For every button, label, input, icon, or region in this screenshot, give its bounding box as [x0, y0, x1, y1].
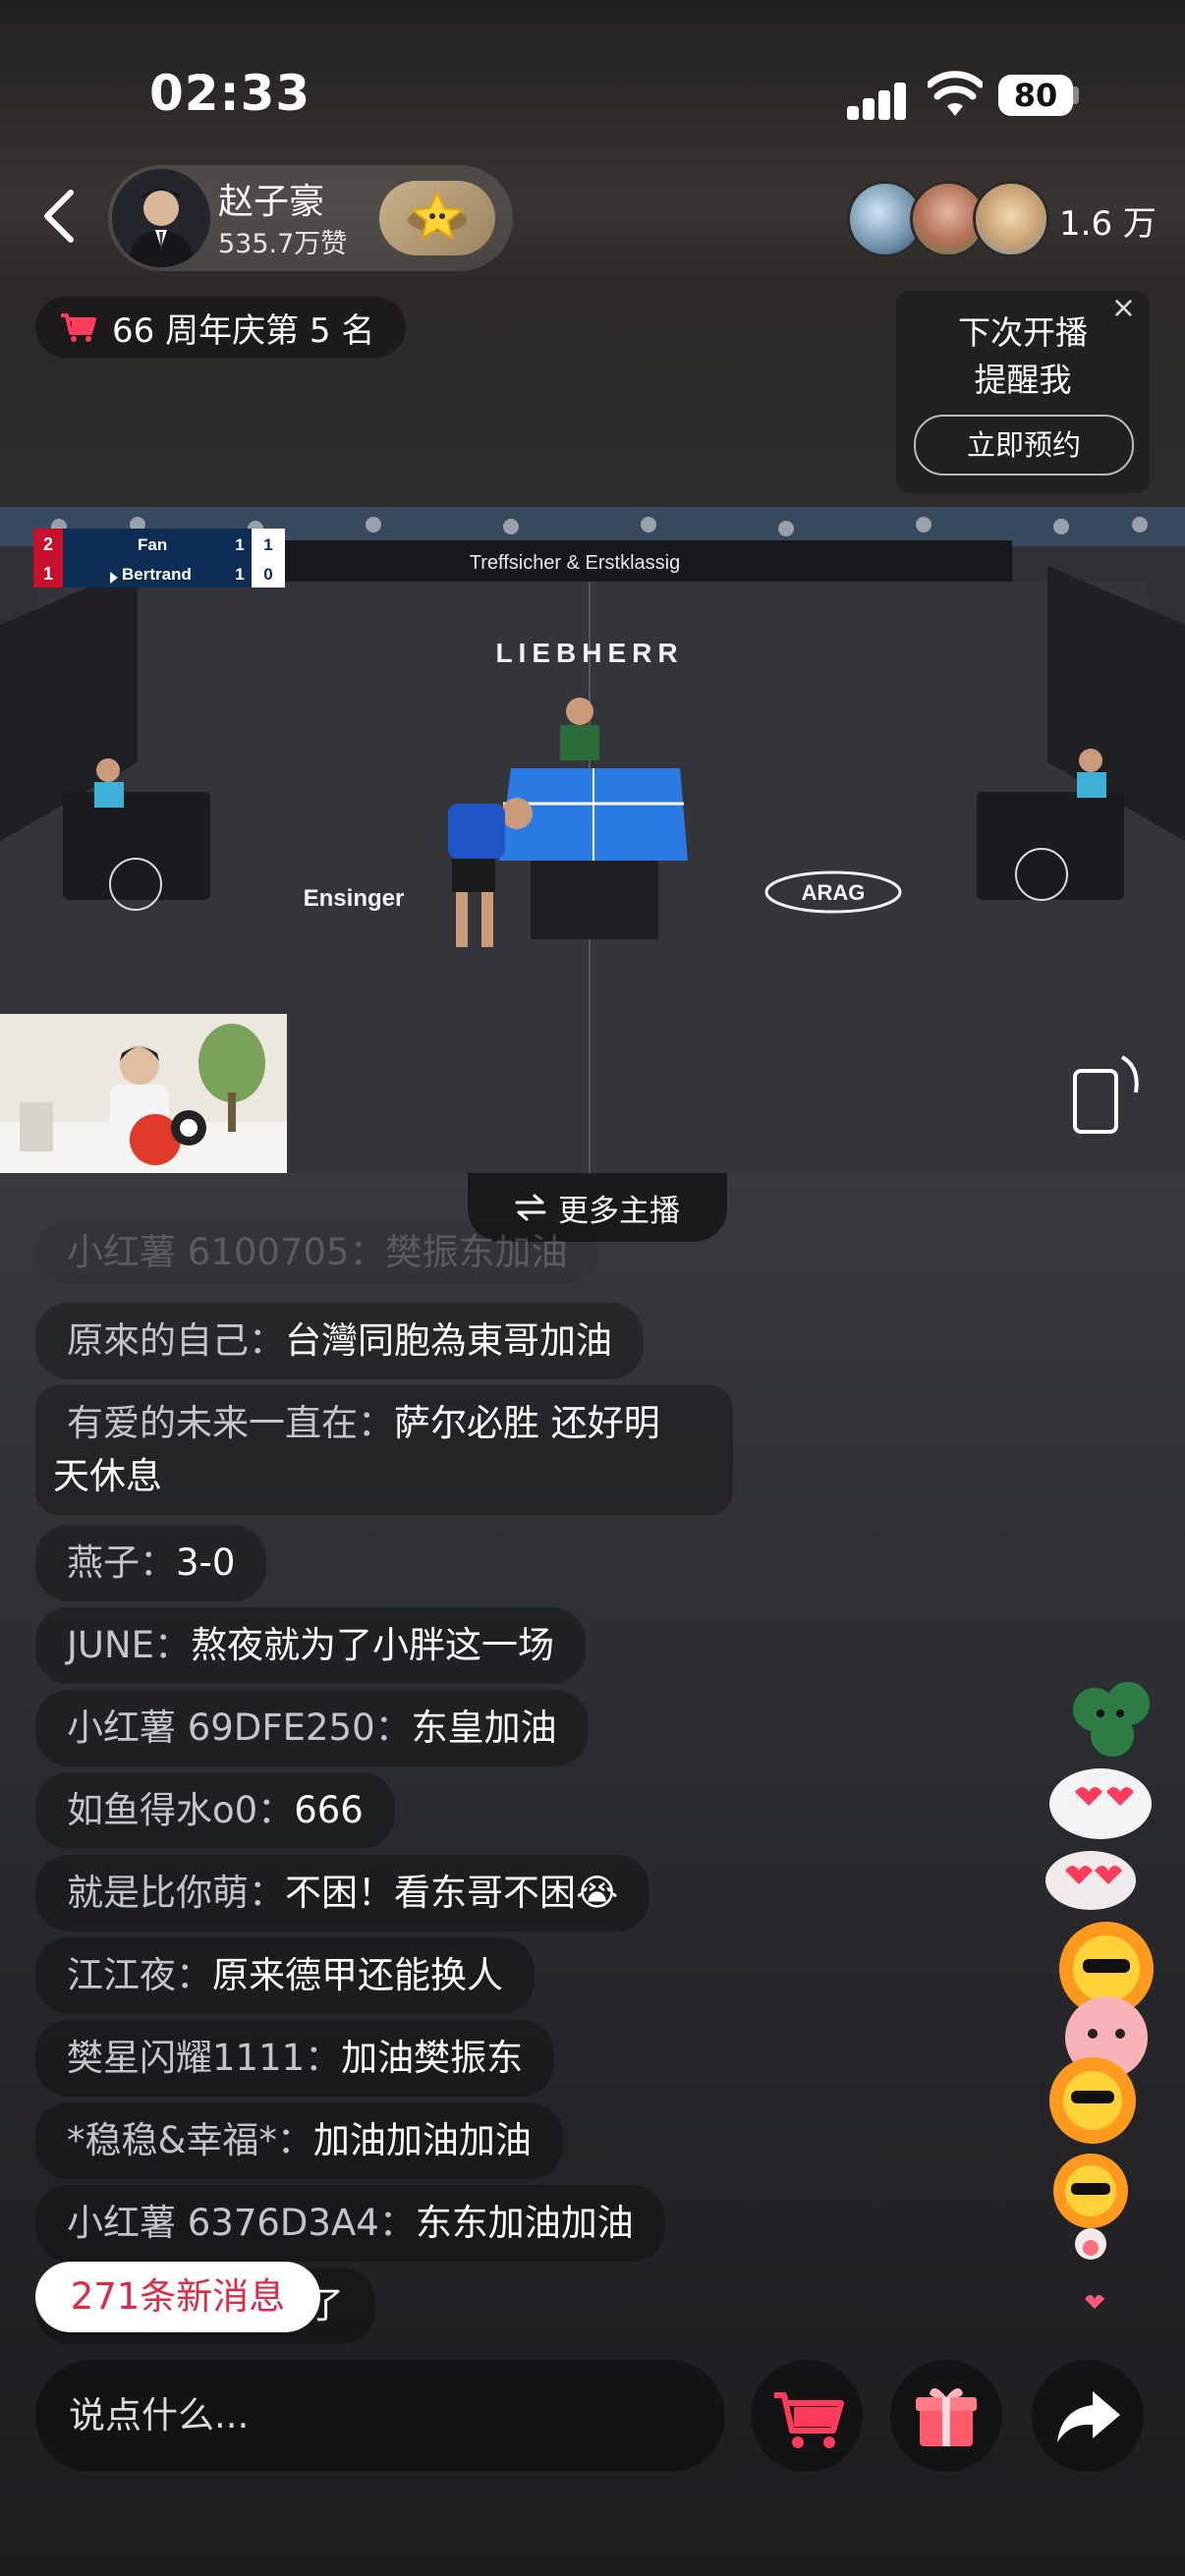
battery-icon	[1073, 86, 1079, 104]
chat-message[interactable]: 有爱的未来一直在：萨尔必胜 还好明 天休息	[35, 1385, 733, 1515]
status-time: 02:33	[149, 65, 311, 122]
chat-text: 东东加油加油	[415, 2202, 634, 2244]
shopping-basket-icon	[61, 313, 96, 342]
gift-button[interactable]	[890, 2360, 1002, 2472]
host-likes: 535.7万赞	[218, 229, 348, 259]
chat-message[interactable]: JUNE：熬夜就为了小胖这一场	[35, 1607, 587, 1684]
scoreboard: 2 1 Fan Bertrand 1 1 1 0	[33, 529, 285, 588]
score-games-p1: 1	[235, 535, 244, 554]
share-arrow-icon	[1057, 2391, 1120, 2442]
chat-text: 熬夜就为了小胖这一场	[191, 1624, 555, 1666]
chat-text: 加油樊振东	[341, 2037, 524, 2079]
floor-logo: LIEBHERR	[495, 638, 683, 668]
score-games-p2: 1	[235, 565, 244, 584]
chat-message[interactable]: 原來的自己：台灣同胞為東哥加油	[35, 1303, 644, 1379]
shop-cart-button[interactable]	[751, 2360, 863, 2472]
rank-badge[interactable]: 66 周年庆第 5 名	[35, 297, 407, 358]
chat-message[interactable]: 小红薯 6376D3A4：东东加油加油	[35, 2185, 665, 2262]
wifi-icon	[928, 71, 983, 116]
chat-message[interactable]: 小红薯 69DFE250：东皇加油	[35, 1690, 589, 1766]
new-messages-button[interactable]: 271条新消息	[35, 2262, 320, 2332]
rank-label: 66 周年庆第 5 名	[112, 310, 375, 351]
next-live-reminder-card: × 下次开播 提醒我 立即预约	[896, 291, 1150, 493]
chat-text: 萨尔必胜 还好明	[394, 1402, 660, 1444]
like-animation	[1045, 1682, 1154, 2309]
chat-username[interactable]: 就是比你萌：	[67, 1872, 285, 1914]
comment-input[interactable]: 说点什么...	[35, 2360, 725, 2472]
chat-message[interactable]: 樊星闪耀1111：加油樊振东	[35, 2020, 555, 2097]
viewer-avatar[interactable]	[973, 181, 1049, 257]
back-arrow-icon[interactable]	[39, 187, 79, 246]
chat-username[interactable]: 燕子：	[67, 1541, 176, 1584]
reminder-line2: 提醒我	[974, 361, 1072, 399]
swap-arrows-icon	[515, 1194, 546, 1221]
reminder-line1: 下次开播	[958, 313, 1088, 352]
gift-icon	[916, 2387, 977, 2446]
score-name-p2: Bertrand	[122, 565, 192, 584]
chat-username[interactable]: 小红薯 69DFE250：	[67, 1707, 412, 1749]
chat-message[interactable]: *稳稳&幸福*：加油加油加油	[35, 2102, 563, 2179]
chat-text: 不困！看东哥不困😭	[285, 1872, 619, 1914]
viewer-count[interactable]: 1.6 万	[1059, 196, 1157, 245]
score-points-p1: 1	[263, 535, 272, 554]
small-heart-icon	[1085, 2295, 1104, 2309]
chat-message[interactable]: 就是比你萌：不困！看东哥不困😭	[35, 1855, 650, 1932]
heart-eyes-cloud-icon	[1049, 1768, 1152, 1839]
clover-icon	[1073, 1682, 1150, 1757]
battery-level: 80	[998, 75, 1073, 116]
host-name: 赵子豪	[218, 182, 325, 222]
chat-message[interactable]: 如鱼得水o0：666	[35, 1772, 395, 1849]
reserve-button[interactable]: 立即预约	[914, 415, 1134, 476]
host-avatar[interactable]	[112, 169, 210, 267]
floor-logo-left: Ensinger	[304, 885, 405, 912]
host-camera-pip[interactable]	[0, 1014, 287, 1173]
score-points-p2: 0	[263, 565, 272, 584]
small-face-icon	[1075, 2228, 1106, 2260]
sunflower-sunglasses-icon	[1053, 2154, 1128, 2228]
sunflower-sunglasses-icon	[1049, 2057, 1136, 2144]
chat-username[interactable]: 小红薯 6376D3A4：	[67, 2202, 416, 2244]
score-sets-p1: 2	[43, 534, 53, 554]
score-name-p1: Fan	[138, 535, 167, 554]
chat-partial-text: 小红薯 6100705：樊振东加油	[67, 1231, 568, 1273]
chat-text: 台灣同胞為東哥加油	[285, 1319, 612, 1362]
chat-username[interactable]: 如鱼得水o0：	[67, 1789, 294, 1831]
score-sets-p2: 1	[43, 564, 53, 584]
chat-username[interactable]: 樊星闪耀1111：	[67, 2037, 341, 2079]
chat-username[interactable]: 有爱的未来一直在：	[67, 1402, 394, 1444]
chat-text: 原来德甲还能换人	[212, 1954, 503, 1996]
chat-text: 加油加油加油	[312, 2119, 532, 2161]
chat-username[interactable]: 江江夜：	[67, 1954, 212, 1996]
chat-message[interactable]: 江江夜：原来德甲还能换人	[35, 1937, 535, 2014]
floor-logo-right: ARAG	[802, 880, 866, 905]
chat-username[interactable]: JUNE：	[67, 1624, 191, 1666]
chat-username[interactable]: *稳稳&幸福*：	[67, 2119, 313, 2161]
chat-text-continued: 天休息	[53, 1455, 162, 1497]
chat-message-partial: 小红薯 6100705：樊振东加油	[35, 1222, 599, 1283]
chat-text: 东皇加油	[411, 1707, 557, 1749]
share-button[interactable]	[1032, 2360, 1144, 2472]
chat-username[interactable]: 原來的自己：	[67, 1319, 285, 1362]
chat-text: 666	[294, 1789, 364, 1831]
chat-text: 3-0	[176, 1541, 236, 1584]
fan-club-badge[interactable]	[379, 181, 495, 255]
heart-eyes-cloud-icon	[1045, 1851, 1136, 1910]
cellular-signal-icon	[847, 77, 916, 120]
shopping-cart-icon	[774, 2392, 844, 2448]
chat-message[interactable]: 燕子：3-0	[35, 1525, 267, 1601]
sponsor-banner: Treffsicher & Erstklassig	[470, 552, 681, 574]
